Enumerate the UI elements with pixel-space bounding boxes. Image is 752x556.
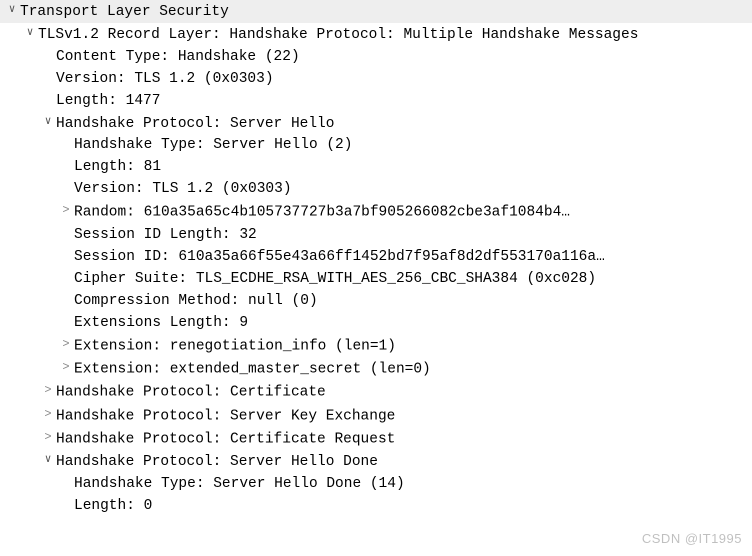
- field-label: Handshake Protocol: Server Key Exchange: [56, 408, 395, 424]
- chevron-right-icon[interactable]: [42, 426, 54, 449]
- tree-row-extensions-length[interactable]: Extensions Length: 9: [0, 312, 752, 334]
- tree-row-session-id-length[interactable]: Session ID Length: 32: [0, 224, 752, 246]
- chevron-right-icon[interactable]: [60, 199, 72, 222]
- tree-row-certificate[interactable]: Handshake Protocol: Certificate: [0, 380, 752, 403]
- tree-row-record-layer[interactable]: TLSv1.2 Record Layer: Handshake Protocol…: [0, 23, 752, 46]
- tree-row-server-key-exchange[interactable]: Handshake Protocol: Server Key Exchange: [0, 404, 752, 427]
- tree-row-ext-ems[interactable]: Extension: extended_master_secret (len=0…: [0, 357, 752, 380]
- chevron-right-icon[interactable]: [60, 333, 72, 356]
- field-label: Extension: renegotiation_info (len=1): [74, 338, 396, 354]
- chevron-down-icon[interactable]: [42, 111, 54, 133]
- tree-row-compression[interactable]: Compression Method: null (0): [0, 290, 752, 312]
- tree-row-handshake-type[interactable]: Handshake Type: Server Hello (2): [0, 134, 752, 156]
- tree-row-sh-length[interactable]: Length: 81: [0, 156, 752, 178]
- tree-row-ext-renegotiation[interactable]: Extension: renegotiation_info (len=1): [0, 334, 752, 357]
- field-label: TLSv1.2 Record Layer: Handshake Protocol…: [38, 27, 638, 43]
- field-label: Handshake Protocol: Certificate: [56, 385, 326, 401]
- field-label: Handshake Type: Server Hello (2): [74, 137, 352, 153]
- field-label: Handshake Protocol: Certificate Request: [56, 431, 395, 447]
- field-label: Handshake Protocol: Server Hello: [56, 115, 334, 131]
- tree-row-cipher-suite[interactable]: Cipher Suite: TLS_ECDHE_RSA_WITH_AES_256…: [0, 268, 752, 290]
- chevron-down-icon[interactable]: [42, 449, 54, 471]
- tree-row-random[interactable]: Random: 610a35a65c4b105737727b3a7bf90526…: [0, 200, 752, 223]
- field-label: Transport Layer Security: [20, 4, 229, 20]
- field-label: Extension: extended_master_secret (len=0…: [74, 361, 431, 377]
- tree-row-session-id[interactable]: Session ID: 610a35a66f55e43a66ff1452bd7f…: [0, 246, 752, 268]
- field-label: Content Type: Handshake (22): [56, 49, 300, 65]
- field-label: Handshake Type: Server Hello Done (14): [74, 476, 405, 492]
- tree-row-server-hello[interactable]: Handshake Protocol: Server Hello: [0, 112, 752, 135]
- field-label: Extensions Length: 9: [74, 315, 248, 331]
- chevron-right-icon[interactable]: [42, 379, 54, 402]
- watermark-text: CSDN @IT1995: [642, 528, 742, 550]
- field-label: Length: 0: [74, 498, 152, 514]
- field-label: Length: 81: [74, 159, 161, 175]
- chevron-down-icon[interactable]: [6, 0, 18, 21]
- field-label: Version: TLS 1.2 (0x0303): [56, 71, 274, 87]
- field-label: Random: 610a35a65c4b105737727b3a7bf90526…: [74, 205, 570, 221]
- tree-row-shd-type[interactable]: Handshake Type: Server Hello Done (14): [0, 473, 752, 495]
- tree-row-sh-version[interactable]: Version: TLS 1.2 (0x0303): [0, 178, 752, 200]
- field-label: Version: TLS 1.2 (0x0303): [74, 181, 292, 197]
- chevron-down-icon[interactable]: [24, 22, 36, 44]
- tree-row-shd-length[interactable]: Length: 0: [0, 495, 752, 517]
- field-label: Compression Method: null (0): [74, 293, 318, 309]
- chevron-right-icon[interactable]: [60, 356, 72, 379]
- field-label: Session ID: 610a35a66f55e43a66ff1452bd7f…: [74, 249, 605, 265]
- tree-row-tls[interactable]: Transport Layer Security: [0, 0, 752, 23]
- field-label: Handshake Protocol: Server Hello Done: [56, 454, 378, 470]
- field-label: Length: 1477: [56, 93, 160, 109]
- tree-row-certificate-request[interactable]: Handshake Protocol: Certificate Request: [0, 427, 752, 450]
- tree-row-length[interactable]: Length: 1477: [0, 90, 752, 112]
- field-label: Cipher Suite: TLS_ECDHE_RSA_WITH_AES_256…: [74, 271, 596, 287]
- tree-row-server-hello-done[interactable]: Handshake Protocol: Server Hello Done: [0, 450, 752, 473]
- tree-row-version[interactable]: Version: TLS 1.2 (0x0303): [0, 68, 752, 90]
- field-label: Session ID Length: 32: [74, 227, 257, 243]
- chevron-right-icon[interactable]: [42, 403, 54, 426]
- tree-row-content-type[interactable]: Content Type: Handshake (22): [0, 46, 752, 68]
